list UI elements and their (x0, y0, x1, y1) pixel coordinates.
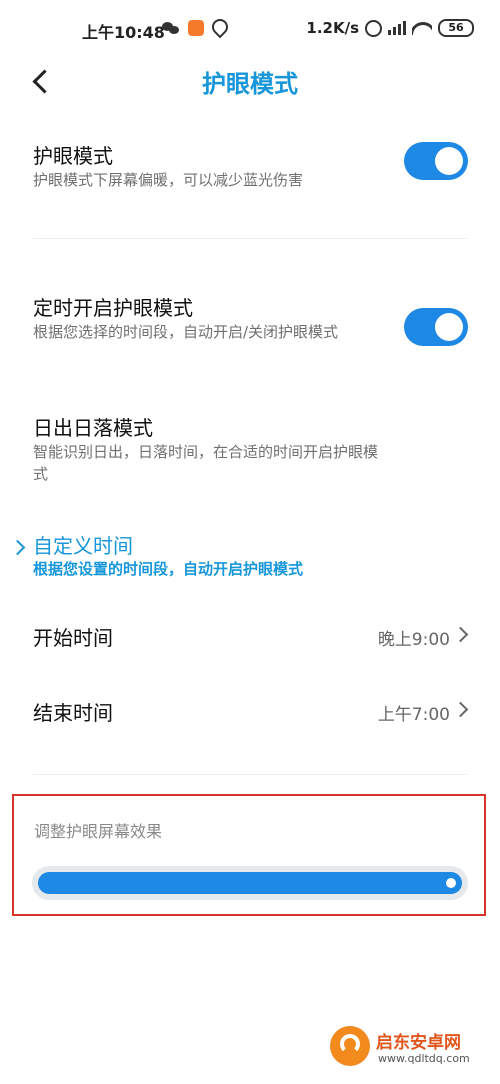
status-time: 上午10:48 (82, 23, 165, 42)
page-title: 护眼模式 (202, 70, 298, 98)
slider-thumb[interactable] (446, 878, 456, 888)
divider (33, 238, 467, 239)
watermark-logo-icon (330, 1026, 370, 1066)
scheduled-title: 定时开启护眼模式 (33, 296, 193, 320)
end-time-value: 上午7:00 (377, 705, 450, 725)
signal-icon (388, 21, 406, 35)
sunrise-desc: 智能识别日出，日落时间，在合适的时间开启护眼模式 (33, 443, 379, 483)
custom-desc: 根据您设置的时间段，自动开启护眼模式 (33, 560, 304, 578)
scheduled-row: 定时开启护眼模式 根据您选择的时间段，自动开启/关闭护眼模式 (0, 290, 500, 370)
watermark: 启东安卓网 www.qdltdq.com (330, 1020, 490, 1076)
start-time-label: 开始时间 (33, 626, 113, 650)
custom-title: 自定义时间 (33, 534, 133, 558)
divider (33, 774, 467, 775)
chat-icon (162, 21, 180, 35)
selected-indicator-icon (9, 539, 26, 556)
status-notification-icons (162, 15, 232, 38)
toggle-knob (435, 313, 463, 341)
start-time-row[interactable]: 开始时间 晚上9:00 (0, 606, 500, 666)
wifi-icon (412, 21, 432, 35)
network-speed: 1.2K/s (306, 19, 359, 37)
app-notification-icon (188, 20, 204, 36)
battery-icon: 56 (438, 19, 474, 37)
chevron-right-icon (452, 701, 469, 718)
toggle-knob (435, 147, 463, 175)
scheduled-desc: 根据您选择的时间段，自动开启/关闭护眼模式 (33, 323, 339, 341)
location-icon (208, 15, 232, 38)
sunrise-title: 日出日落模式 (33, 416, 153, 440)
end-time-row[interactable]: 结束时间 上午7:00 (0, 681, 500, 741)
eye-mode-title: 护眼模式 (33, 144, 113, 168)
custom-time-option[interactable]: 自定义时间 根据您设置的时间段，自动开启护眼模式 (0, 528, 500, 584)
header: 护眼模式 (0, 58, 500, 104)
sunrise-sunset-option[interactable]: 日出日落模式 智能识别日出，日落时间，在合适的时间开启护眼模式 (0, 410, 500, 490)
start-time-value: 晚上9:00 (377, 630, 450, 650)
status-system-icons: 1.2K/s 56 (306, 19, 474, 37)
chevron-right-icon (452, 626, 469, 643)
status-bar: 上午10:48 1.2K/s 56 (0, 0, 500, 58)
eye-mode-desc: 护眼模式下屏幕偏暖，可以减少蓝光伤害 (33, 171, 304, 189)
adjust-label: 调整护眼屏幕效果 (34, 822, 163, 841)
end-time-label: 结束时间 (33, 701, 113, 725)
watermark-url: www.qdltdq.com (378, 1052, 470, 1065)
eye-mode-toggle[interactable] (404, 142, 468, 180)
effect-slider[interactable] (32, 866, 468, 900)
alarm-icon (365, 19, 382, 37)
eye-mode-row: 护眼模式 护眼模式下屏幕偏暖，可以减少蓝光伤害 (0, 138, 500, 200)
watermark-text: 启东安卓网 (376, 1033, 461, 1053)
scheduled-toggle[interactable] (404, 308, 468, 346)
adjust-effect-section: 调整护眼屏幕效果 (12, 794, 486, 916)
slider-fill (38, 872, 462, 894)
